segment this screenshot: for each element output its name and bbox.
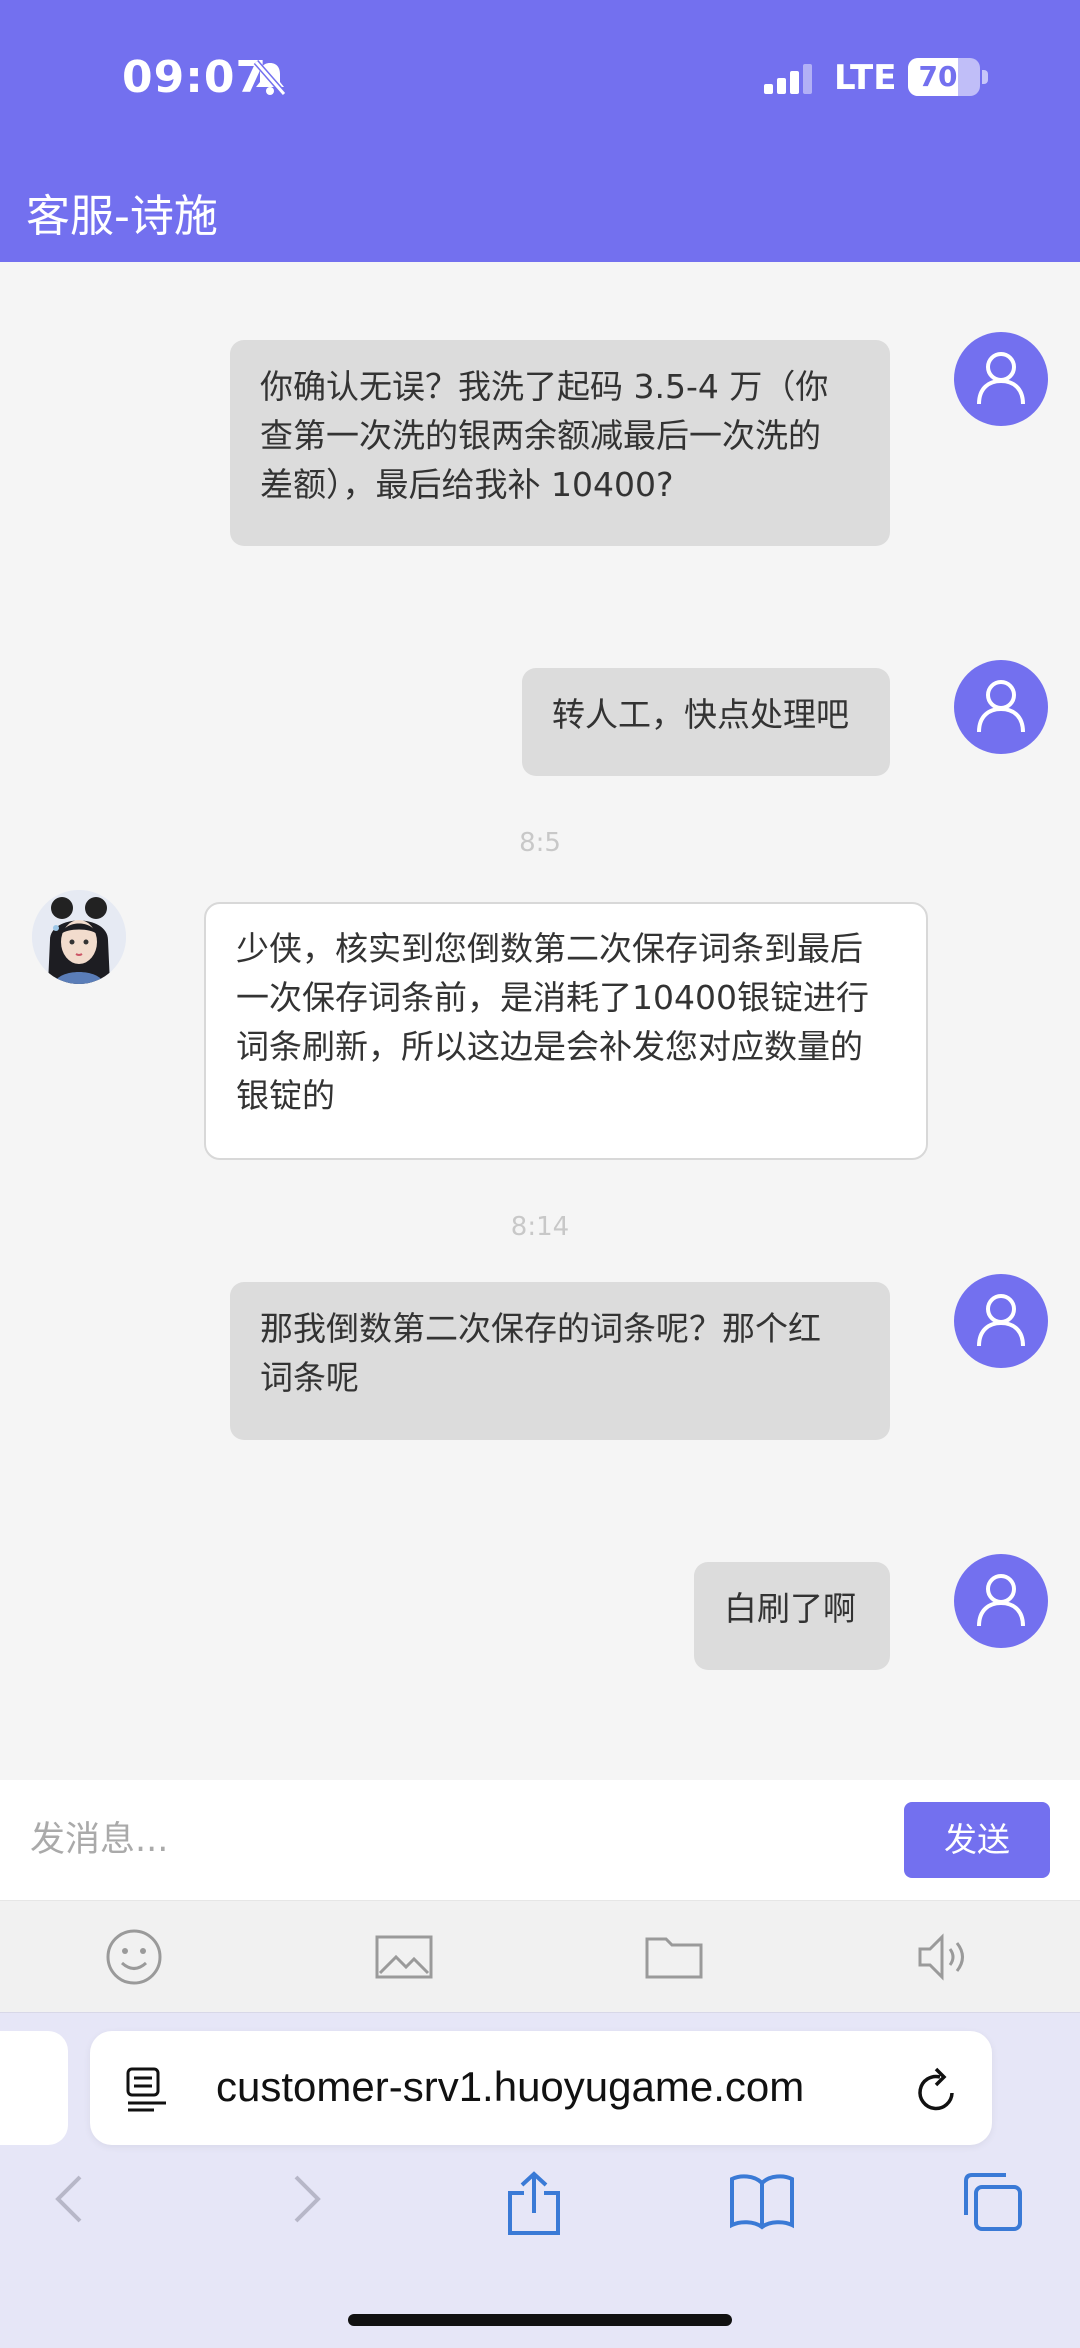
user-avatar[interactable]: [954, 1274, 1048, 1368]
attachment-toolbar: [0, 1900, 1080, 2013]
chat-area[interactable]: 你确认无误？我洗了起码 3.5-4 万（你 查第一次洗的银两余额减最后一次洗的 …: [0, 262, 1080, 1780]
agent-portrait-icon: [32, 890, 126, 984]
network-type: LTE: [834, 58, 897, 98]
message-bubble-outgoing: 你确认无误？我洗了起码 3.5-4 万（你 查第一次洗的银两余额减最后一次洗的 …: [230, 340, 890, 546]
app-header: 09:07 LTE 70 客服-诗施: [0, 0, 1080, 262]
address-bar[interactable]: customer-srv1.huoyugame.com: [90, 2031, 992, 2145]
page-title: 客服-诗施: [26, 191, 218, 242]
message-line: 一次保存词条前，是消耗了10400银锭进行: [236, 978, 869, 1017]
message-line: 白刷了啊: [724, 1589, 856, 1628]
signal-icon: [764, 64, 812, 94]
tabs-icon[interactable]: [960, 2171, 1024, 2233]
message-line: 你确认无误？我洗了起码 3.5-4 万（你: [260, 367, 829, 406]
user-icon: [977, 352, 1025, 405]
message-bubble-incoming: 少侠，核实到您倒数第二次保存词条到最后 一次保存词条前，是消耗了10400银锭进…: [204, 902, 928, 1160]
bell-muted-icon: [253, 60, 287, 96]
user-avatar[interactable]: [954, 660, 1048, 754]
agent-avatar[interactable]: [32, 890, 126, 984]
user-icon: [977, 1574, 1025, 1627]
battery-icon: 70: [908, 58, 980, 96]
url-text: customer-srv1.huoyugame.com: [216, 2063, 805, 2110]
message-line: 词条呢: [260, 1358, 359, 1397]
browser-chrome: customer-srv1.huoyugame.com: [0, 2012, 1080, 2348]
emoji-icon[interactable]: [104, 1927, 164, 1987]
back-icon[interactable]: [50, 2171, 90, 2227]
message-bubble-outgoing: 白刷了啊: [694, 1562, 890, 1670]
user-icon: [977, 1294, 1025, 1347]
message-composer: 发送: [0, 1780, 1080, 1900]
user-avatar[interactable]: [954, 332, 1048, 426]
message-line: 那我倒数第二次保存的词条呢？那个红: [260, 1309, 821, 1348]
message-line: 查第一次洗的银两余额减最后一次洗的: [260, 416, 821, 455]
bookmarks-icon[interactable]: [728, 2171, 796, 2231]
message-input[interactable]: [0, 1780, 880, 1900]
message-line: 银锭的: [236, 1076, 335, 1115]
status-time: 09:07: [122, 52, 268, 103]
page-menu-icon[interactable]: [126, 2067, 170, 2113]
message-timestamp: 8:14: [510, 1212, 570, 1242]
message-line: 差额），最后给我补 10400?: [260, 465, 674, 504]
message-line: 词条刷新，所以这边是会补发您对应数量的: [236, 1027, 863, 1066]
message-timestamp: 8:5: [519, 828, 561, 858]
share-icon[interactable]: [504, 2171, 564, 2237]
folder-icon[interactable]: [644, 1927, 704, 1987]
reload-icon[interactable]: [914, 2065, 960, 2115]
message-bubble-outgoing: 转人工，快点处理吧: [522, 668, 890, 776]
image-icon[interactable]: [374, 1927, 434, 1987]
message-line: 少侠，核实到您倒数第二次保存词条到最后: [236, 929, 863, 968]
user-icon: [977, 680, 1025, 733]
message-line: 转人工，快点处理吧: [552, 695, 849, 734]
message-bubble-outgoing: 那我倒数第二次保存的词条呢？那个红 词条呢: [230, 1282, 890, 1440]
forward-icon[interactable]: [286, 2171, 326, 2227]
home-indicator: [348, 2314, 732, 2326]
battery-tip: [982, 70, 988, 84]
user-avatar[interactable]: [954, 1554, 1048, 1648]
send-button[interactable]: 发送: [904, 1802, 1050, 1878]
voice-icon[interactable]: [914, 1927, 974, 1987]
battery-percent: 70: [918, 60, 958, 93]
previous-tab[interactable]: [0, 2031, 68, 2145]
